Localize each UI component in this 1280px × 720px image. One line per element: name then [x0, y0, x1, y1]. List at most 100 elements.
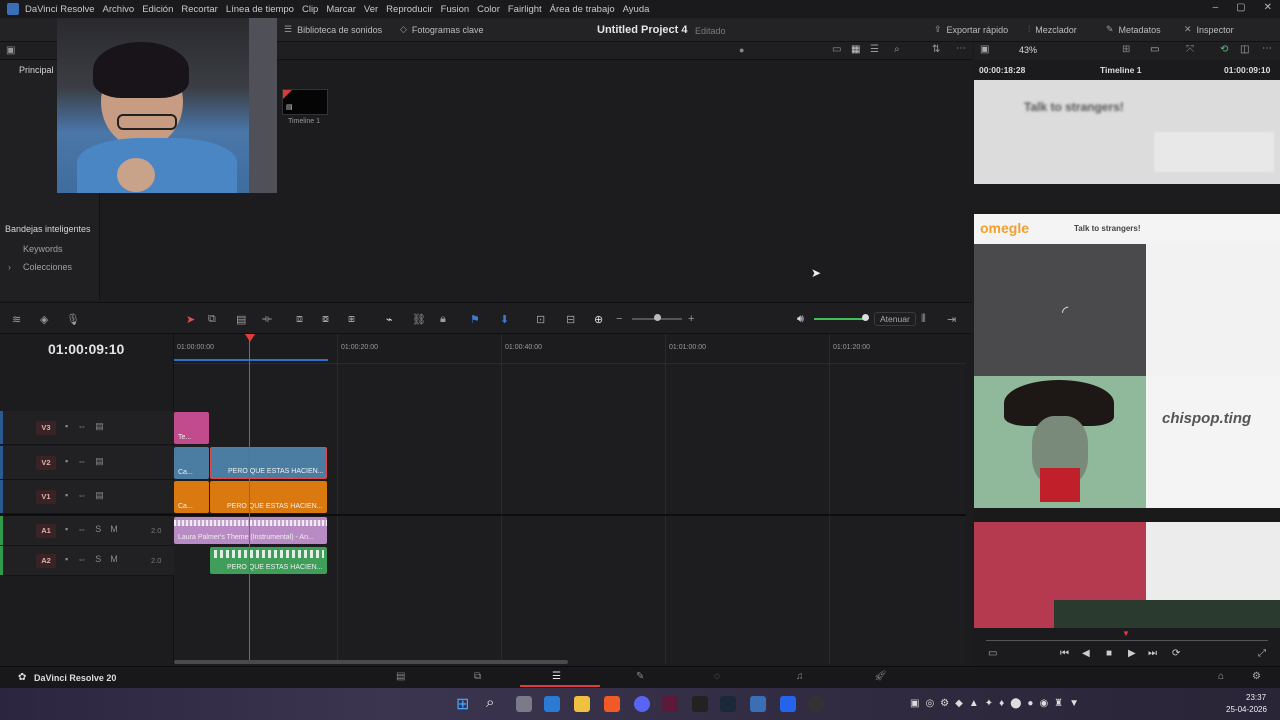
lock-icon[interactable]: ▪: [65, 456, 68, 467]
menu-area-de-trabajo[interactable]: Área de trabajo: [550, 4, 615, 15]
microphone-icon[interactable]: 🎙︎: [66, 313, 80, 326]
selection-tool-icon[interactable]: ➤: [186, 313, 195, 326]
chevron-right-icon[interactable]: ›: [8, 262, 11, 272]
inspector-button[interactable]: ✕ Inspector: [1184, 24, 1234, 35]
marker-icon[interactable]: ⬇: [500, 313, 509, 326]
blade-tool-icon[interactable]: ⟛: [262, 313, 272, 326]
stop-icon[interactable]: ■: [1106, 648, 1112, 659]
track-visibility-icon[interactable]: ▤: [95, 490, 104, 501]
viewer-mode-icon[interactable]: ⊞: [1122, 44, 1130, 55]
solo-button[interactable]: S: [95, 554, 101, 564]
timeline-thumbnail[interactable]: ▤: [282, 89, 328, 115]
zoom-in-icon[interactable]: +: [688, 313, 694, 325]
more-options-icon[interactable]: ⋯: [956, 43, 966, 54]
scrubber-playhead-icon[interactable]: ▼: [1122, 629, 1130, 638]
timeline-ruler[interactable]: 01:00:00:00 01:00:20:00 01:00:40:00 01:0…: [174, 334, 966, 364]
grid-view-icon[interactable]: ▦: [851, 44, 860, 55]
edit-page-tab[interactable]: ☰: [520, 668, 600, 687]
fairlight-page-icon[interactable]: ♫: [796, 671, 804, 682]
smart-bin-keywords[interactable]: Keywords: [23, 244, 63, 254]
menu-marcar[interactable]: Marcar: [326, 4, 356, 15]
dynamic-trim-icon[interactable]: ▤: [236, 313, 246, 326]
sidebar-toggle-icon[interactable]: ⇥: [947, 313, 956, 326]
auto-select-icon[interactable]: ⇔: [77, 554, 86, 564]
volume-slider[interactable]: [814, 318, 866, 320]
lock-icon[interactable]: ▪: [65, 421, 68, 432]
zoom-full-icon[interactable]: ⊡: [536, 313, 545, 326]
menu-recortar[interactable]: Recortar: [181, 4, 217, 15]
dim-button[interactable]: Atenuar: [874, 312, 916, 326]
search-icon[interactable]: ⌕: [486, 694, 494, 711]
transform-icon[interactable]: ⤧: [1186, 44, 1194, 55]
clip-v1-b[interactable]: PERO QUE ESTAS HACIEN...: [210, 481, 327, 513]
menu-ayuda[interactable]: Ayuda: [623, 4, 650, 15]
auto-select-icon[interactable]: ⇔: [77, 421, 86, 432]
go-to-end-icon[interactable]: ⏭: [1148, 648, 1157, 659]
clip-a2-voice[interactable]: PERO QUE ESTAS HACIEN...: [210, 547, 327, 574]
lock-icon[interactable]: 🔒︎: [440, 313, 446, 326]
discord-icon[interactable]: [634, 696, 650, 712]
quick-export-button[interactable]: ⇪ Exportar rápido: [934, 24, 1008, 35]
menu-reproducir[interactable]: Reproducir: [386, 4, 432, 15]
menu-ver[interactable]: Ver: [364, 4, 378, 15]
panel-toggle-icon[interactable]: ▣: [6, 45, 15, 56]
volume-icon[interactable]: 🔊︎: [797, 313, 804, 326]
lock-icon[interactable]: ▪: [65, 524, 68, 534]
fusion-page-icon[interactable]: ✎: [636, 671, 644, 682]
scrubber-track[interactable]: [986, 640, 1268, 641]
menu-fairlight[interactable]: Fairlight: [508, 4, 542, 15]
minimize-icon[interactable]: –: [1213, 2, 1219, 13]
play-icon[interactable]: ▶: [1128, 648, 1136, 659]
split-view-icon[interactable]: ◫: [1240, 44, 1249, 55]
settings-icon[interactable]: ⚙: [1252, 671, 1261, 682]
menu-color[interactable]: Color: [477, 4, 500, 15]
davinci-resolve-icon[interactable]: [750, 696, 766, 712]
clip-v2-a[interactable]: Ca...: [174, 447, 209, 479]
store-icon[interactable]: [544, 696, 560, 712]
media-page-icon[interactable]: ▤: [396, 671, 405, 682]
lock-icon[interactable]: ▪: [65, 554, 68, 564]
timeline-tracks[interactable]: [0, 334, 966, 664]
viewer-display-icon[interactable]: ▭: [1150, 44, 1159, 55]
system-tray-icons[interactable]: ▣◎⚙◆▲✦♦⬤●◉♜▼: [910, 698, 1085, 709]
maximize-icon[interactable]: ▢: [1236, 2, 1245, 13]
zoom-detail-icon[interactable]: ⊟: [566, 313, 575, 326]
video-viewer[interactable]: Talk to strangers! omegle Talk to strang…: [974, 80, 1280, 628]
slider-dot-icon[interactable]: ●: [739, 45, 744, 55]
insert-clip-icon[interactable]: ⧈: [296, 313, 303, 326]
viewer-more-icon[interactable]: ⋯: [1262, 43, 1272, 54]
epic-games-icon[interactable]: [692, 696, 708, 712]
menu-clip[interactable]: Clip: [302, 4, 318, 15]
file-explorer-icon[interactable]: [574, 696, 590, 712]
snapping-icon[interactable]: ⌁: [386, 313, 393, 326]
list-view-icon[interactable]: ▭: [832, 44, 841, 55]
sound-library-button[interactable]: ☰ Biblioteca de sonidos: [284, 24, 382, 35]
task-view-icon[interactable]: [516, 696, 532, 712]
trim-tool-icon[interactable]: ⧉: [208, 313, 216, 326]
zoom-level[interactable]: 43%: [1019, 45, 1037, 55]
obs-icon[interactable]: [808, 696, 824, 712]
windows-start-icon[interactable]: ⊞: [456, 694, 469, 714]
close-icon[interactable]: ✕: [1264, 2, 1272, 13]
metadata-button[interactable]: ✎ Metadatos: [1106, 24, 1161, 35]
clip-v3-text[interactable]: Te...: [174, 412, 209, 444]
menu-archivo[interactable]: Archivo: [103, 4, 135, 15]
detail-view-icon[interactable]: ☰: [870, 44, 879, 55]
search-icon[interactable]: ⌕: [894, 44, 900, 55]
menu-edicion[interactable]: Edición: [142, 4, 173, 15]
app-icon[interactable]: [662, 696, 678, 712]
menu-linea-de-tiempo[interactable]: Línea de tiempo: [226, 4, 294, 15]
volume-slider-handle[interactable]: [862, 314, 869, 321]
auto-select-icon[interactable]: ⇔: [77, 490, 86, 501]
steam-icon[interactable]: [720, 696, 736, 712]
auto-select-icon[interactable]: ⇔: [77, 524, 86, 534]
zoom-out-icon[interactable]: −: [616, 313, 622, 325]
overwrite-clip-icon[interactable]: ⧇: [322, 313, 329, 326]
smart-bin-colecciones[interactable]: Colecciones: [23, 262, 72, 272]
bin-principal[interactable]: Principal: [19, 65, 54, 75]
zoom-custom-icon[interactable]: ⊕: [594, 313, 603, 326]
link-icon[interactable]: ⛓︎: [412, 313, 426, 326]
loop-icon[interactable]: ⟳: [1172, 648, 1180, 659]
go-to-start-icon[interactable]: ⏮: [1060, 648, 1069, 659]
mute-button[interactable]: M: [110, 554, 118, 564]
